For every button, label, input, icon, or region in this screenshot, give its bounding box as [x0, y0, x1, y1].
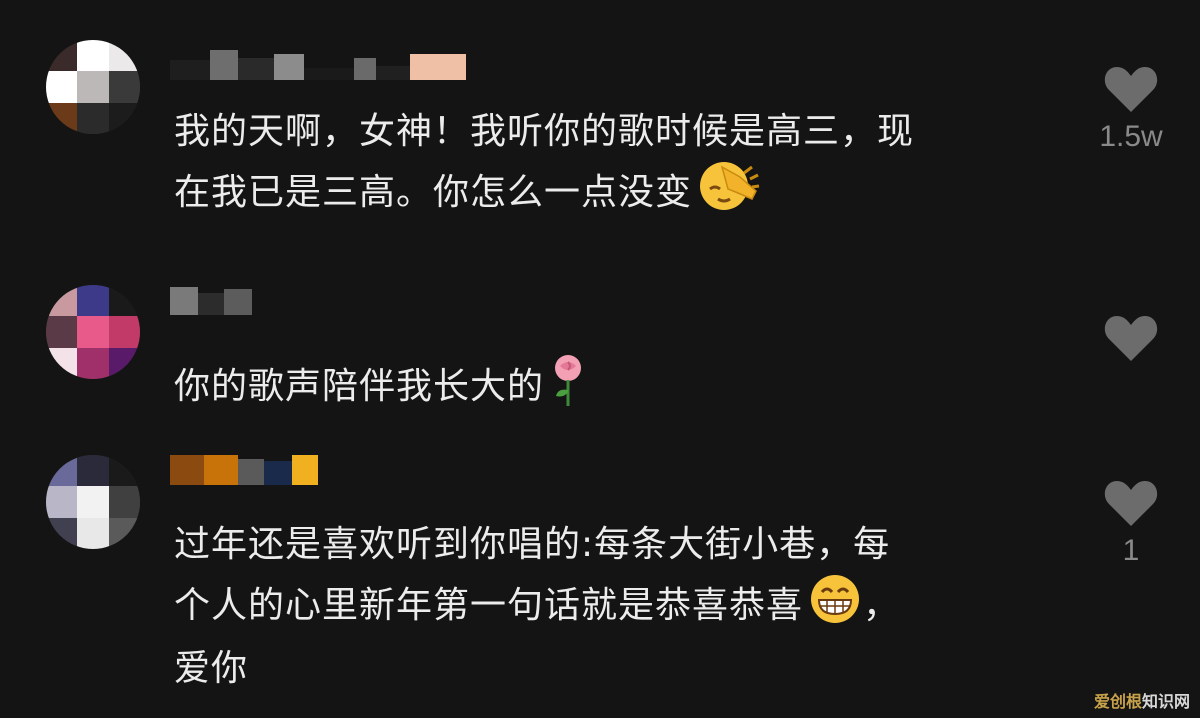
- comment-text-line: 你的歌声陪伴我长大的: [174, 366, 545, 407]
- avatar-tile: [46, 517, 78, 549]
- username-tile: [210, 50, 238, 80]
- comment-text: 你的歌声陪伴我长大的: [174, 352, 588, 424]
- avatar-tile: [108, 102, 140, 134]
- rose-icon: [548, 352, 588, 424]
- avatar-tile: [108, 40, 140, 72]
- avatar-tile: [108, 285, 140, 317]
- heart-icon: [1104, 481, 1158, 526]
- username-tile: [204, 455, 238, 485]
- avatar[interactable]: [46, 455, 140, 549]
- comment-text: 我的天啊，女神！我听你的歌时候是高三，现 在我已是三高。你怎么一点没变: [174, 105, 914, 229]
- avatar-tile: [46, 285, 78, 317]
- avatar-tile: [77, 486, 109, 518]
- avatar-tile: [46, 71, 78, 103]
- avatar-tile: [46, 455, 78, 487]
- username-tile: [238, 58, 274, 80]
- watermark-suffix: 知识网: [1141, 692, 1190, 711]
- username-tile: [304, 68, 354, 80]
- avatar-tile: [77, 71, 109, 103]
- username-tile: [170, 60, 210, 80]
- heart-icon: [1104, 316, 1158, 361]
- username-tile: [264, 461, 292, 485]
- username-tile: [198, 293, 224, 315]
- avatar-tile: [108, 455, 140, 487]
- avatar-tile: [77, 347, 109, 379]
- like-count: 1: [1122, 534, 1140, 567]
- avatar[interactable]: [46, 40, 140, 134]
- comment-text-punct: ，: [863, 585, 901, 626]
- avatar-tile: [46, 316, 78, 348]
- avatar-tile: [77, 316, 109, 348]
- face-palm-icon: [696, 159, 760, 229]
- avatar-tile: [77, 40, 109, 72]
- grinning-face-icon: [807, 572, 863, 642]
- like-count: 1.5w: [1099, 120, 1163, 153]
- like-button[interactable]: [1098, 313, 1164, 405]
- comment-text-line: 在我已是三高。你怎么一点没变: [174, 172, 693, 213]
- avatar-tile: [46, 40, 78, 72]
- avatar-tile: [108, 316, 140, 348]
- avatar-tile: [108, 347, 140, 379]
- avatar-tile: [77, 517, 109, 549]
- username-blurred[interactable]: [170, 285, 252, 315]
- watermark: 爱创根知识网: [1094, 688, 1190, 712]
- like-button[interactable]: 1: [1098, 478, 1164, 570]
- avatar[interactable]: [46, 285, 140, 379]
- username-tile: [274, 54, 304, 80]
- avatar-tile: [108, 486, 140, 518]
- avatar-tile: [108, 517, 140, 549]
- avatar-tile: [77, 285, 109, 317]
- avatar-tile: [46, 347, 78, 379]
- watermark-brand: 爱创根: [1093, 692, 1142, 711]
- username-blurred[interactable]: [170, 50, 466, 80]
- comment-text-line: 过年还是喜欢听到你唱的:每条大街小巷，每: [174, 524, 891, 565]
- username-tile: [170, 455, 204, 485]
- like-count: [1098, 369, 1164, 405]
- username-tile: [376, 66, 410, 80]
- username-tile: [224, 289, 252, 315]
- avatar-tile: [46, 102, 78, 134]
- username-tile: [170, 287, 198, 315]
- avatar-tile: [77, 455, 109, 487]
- like-button[interactable]: 1.5w: [1098, 64, 1164, 156]
- comment-text-line: 我的天啊，女神！我听你的歌时候是高三，现: [174, 111, 915, 152]
- avatar-tile: [46, 486, 78, 518]
- username-tile: [238, 459, 264, 485]
- avatar-tile: [108, 71, 140, 103]
- comment-text-line: 爱你: [174, 648, 249, 689]
- avatar-tile: [77, 102, 109, 134]
- heart-icon: [1104, 67, 1158, 112]
- username-tile: [410, 54, 466, 80]
- username-tile: [354, 58, 376, 80]
- username-blurred[interactable]: [170, 455, 318, 485]
- comment-text: 过年还是喜欢听到你唱的:每条大街小巷，每 个人的心里新年第一句话就是恭喜恭喜 ，…: [174, 518, 900, 696]
- username-tile: [292, 455, 318, 485]
- comment-text-line: 个人的心里新年第一句话就是恭喜恭喜: [174, 585, 804, 626]
